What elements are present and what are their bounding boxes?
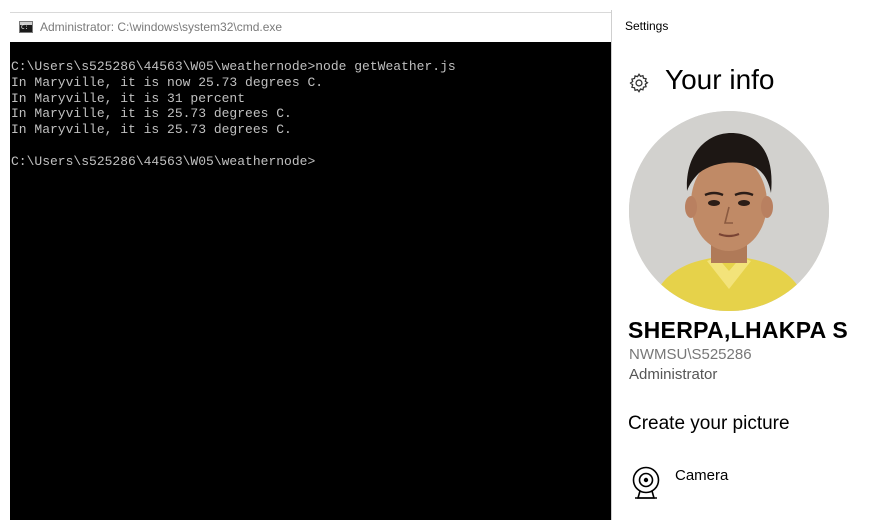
cmd-window: Administrator: C:\windows\system32\cmd.e… (0, 0, 612, 520)
user-display-name: SHERPA,LHAKPA S (628, 317, 849, 343)
camera-option[interactable]: Camera (630, 465, 870, 505)
console-area[interactable]: C:\Users\s525286\44563\W05\weathernode>n… (10, 42, 612, 520)
user-account-name: NWMSU\S525286 (629, 346, 752, 363)
settings-window-title: Settings (625, 19, 669, 33)
page-title: Your info (665, 64, 775, 95)
avatar (629, 111, 829, 311)
settings-window: Settings Your info SHERPA,LHAKPA S NWMSU… (611, 10, 894, 520)
gear-icon (629, 73, 649, 93)
cmd-titlebar[interactable]: Administrator: C:\windows\system32\cmd.e… (10, 12, 612, 43)
create-picture-heading: Create your picture (628, 413, 790, 434)
desktop-edge (0, 0, 10, 520)
user-role: Administrator (629, 366, 718, 383)
console-output: C:\Users\s525286\44563\W05\weathernode>n… (11, 59, 456, 169)
cmd-window-title: Administrator: C:\windows\system32\cmd.e… (40, 20, 283, 34)
command-prompt-icon[interactable] (19, 21, 33, 33)
camera-option-label: Camera (675, 467, 729, 484)
webcam-icon (632, 466, 660, 499)
